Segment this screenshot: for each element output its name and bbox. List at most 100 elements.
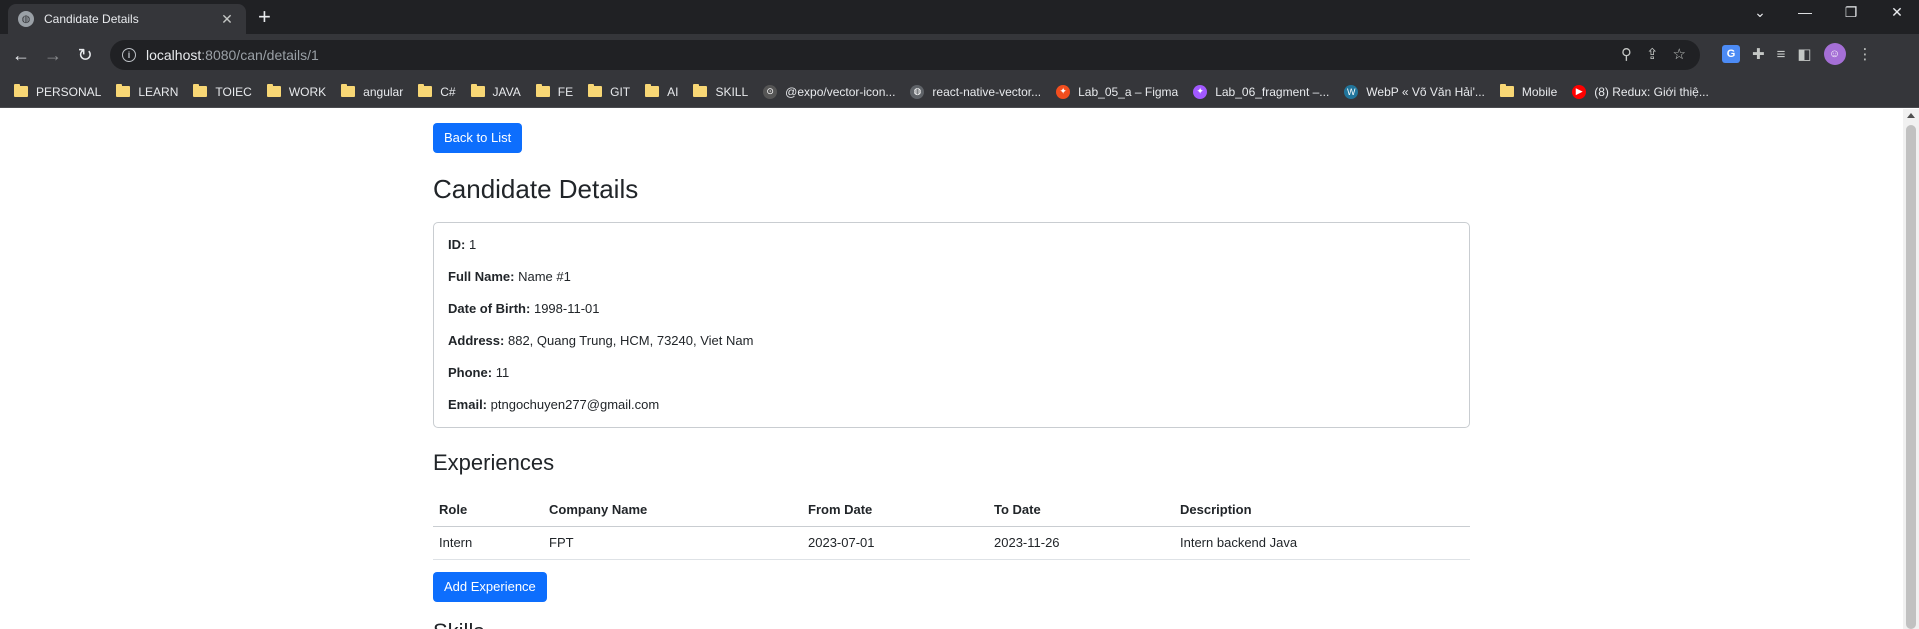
url-host: localhost — [146, 47, 202, 63]
bookmark-item[interactable]: FE — [535, 84, 573, 99]
bookmark-item[interactable]: PERSONAL — [14, 84, 101, 99]
site-info-icon[interactable]: i — [122, 48, 136, 62]
experiences-heading: Experiences — [433, 450, 555, 475]
bookmark-label: LEARN — [138, 84, 179, 99]
page-title: Candidate Details — [433, 174, 639, 204]
bookmark-label: (8) Redux: Giới thiệ... — [1594, 84, 1709, 99]
bookmark-label: SKILL — [715, 84, 749, 99]
bookmark-label: WebP « Võ Văn Hải'... — [1366, 84, 1485, 99]
folder-icon — [266, 84, 281, 97]
table-header-row: Role Company Name From Date To Date Desc… — [433, 493, 1470, 527]
scroll-up-arrow-icon[interactable] — [1907, 113, 1915, 118]
cell-company: FPT — [543, 526, 802, 560]
bookmark-label: JAVA — [492, 84, 521, 99]
bookmark-item[interactable]: C# — [418, 84, 456, 99]
page-scrollbar[interactable] — [1903, 109, 1919, 629]
scrollbar-thumb[interactable] — [1906, 125, 1916, 629]
folder-icon — [341, 84, 356, 97]
detail-email: Email: ptngochuyen277@gmail.com — [448, 397, 1455, 429]
table-row: Intern FPT 2023-07-01 2023-11-26 Intern … — [433, 526, 1470, 560]
bookmark-item[interactable]: ◍ react-native-vector... — [910, 84, 1041, 99]
bookmark-label: TOIEC — [215, 84, 252, 99]
bookmark-label: GIT — [610, 84, 631, 99]
bookmark-item[interactable]: SKILL — [693, 84, 749, 99]
browser-tab[interactable]: ◍ Candidate Details ✕ — [8, 4, 246, 34]
bookmark-item[interactable]: ✦ Lab_05_a – Figma — [1056, 84, 1179, 99]
folder-icon — [193, 84, 208, 97]
browser-toolbar: ← → ↻ i localhost:8080/can/details/1 ⚲ ⇪… — [0, 34, 1919, 76]
bookmark-item[interactable]: angular — [341, 84, 404, 99]
reload-icon[interactable]: ↻ — [73, 43, 97, 67]
wordpress-icon: W — [1344, 84, 1359, 99]
column-header-description: Description — [1174, 493, 1470, 527]
bookmark-label: Lab_06_fragment –... — [1215, 84, 1330, 99]
cell-description: Intern backend Java — [1174, 526, 1470, 560]
zoom-icon[interactable]: ⚲ — [1621, 45, 1632, 63]
minimize-icon[interactable]: — — [1785, 4, 1825, 20]
bookmark-item[interactable]: LEARN — [116, 84, 179, 99]
url-path: :8080/can/details/1 — [201, 47, 319, 63]
figma-icon: ✦ — [1056, 84, 1071, 99]
folder-icon — [1499, 84, 1514, 97]
bookmark-label: Lab_05_a – Figma — [1078, 84, 1179, 99]
close-window-icon[interactable]: ✕ — [1877, 4, 1917, 21]
bookmark-item[interactable]: WORK — [266, 84, 327, 99]
address-bar[interactable]: i localhost:8080/can/details/1 ⚲ ⇪ ☆ — [110, 40, 1700, 70]
detail-value: ptngochuyen277@gmail.com — [490, 397, 660, 412]
bookmark-label: AI — [667, 84, 679, 99]
detail-dob: Date of Birth: 1998-11-01 — [448, 301, 1455, 333]
reading-list-icon[interactable]: ≡ — [1777, 46, 1786, 63]
detail-full-name: Full Name: Name #1 — [448, 269, 1455, 301]
column-header-to-date: To Date — [988, 493, 1174, 527]
cell-from-date: 2023-07-01 — [802, 526, 988, 560]
candidate-details-card: ID: 1 Full Name: Name #1 Date of Birth: … — [433, 222, 1470, 428]
add-experience-button[interactable]: Add Experience — [433, 572, 547, 602]
youtube-icon: ▶ — [1572, 84, 1587, 99]
side-panel-icon[interactable]: ◧ — [1797, 45, 1811, 63]
bookmark-item[interactable]: AI — [645, 84, 679, 99]
back-to-list-button[interactable]: Back to List — [433, 123, 523, 153]
bookmark-item[interactable]: ▶ (8) Redux: Giới thiệ... — [1572, 84, 1709, 99]
bookmarks-bar: PERSONAL LEARN TOIEC WORK angular C# JAVA FE GIT… — [0, 76, 1919, 108]
forward-arrow-icon[interactable]: → — [41, 43, 65, 67]
bookmark-label: Mobile — [1521, 84, 1558, 99]
bookmark-star-icon[interactable]: ☆ — [1673, 45, 1686, 63]
detail-id: ID: 1 — [448, 237, 1455, 269]
back-arrow-icon[interactable]: ← — [9, 43, 33, 67]
menu-kebab-icon[interactable]: ⋮ — [1858, 45, 1873, 63]
cell-to-date: 2023-11-26 — [988, 526, 1174, 560]
bookmark-item[interactable]: JAVA — [470, 84, 521, 99]
detail-value: 11 — [495, 365, 510, 380]
bookmark-item[interactable]: GIT — [588, 84, 631, 99]
detail-value: Name #1 — [518, 269, 571, 284]
folder-icon — [14, 84, 28, 97]
folder-icon — [693, 84, 708, 97]
bookmark-label: WORK — [288, 84, 327, 99]
folder-icon — [470, 84, 485, 97]
share-icon[interactable]: ⇪ — [1646, 45, 1659, 63]
folder-icon — [645, 84, 660, 97]
detail-label: Email: — [448, 397, 488, 412]
new-tab-icon[interactable]: + — [258, 6, 271, 28]
close-tab-icon[interactable]: ✕ — [218, 11, 236, 28]
column-header-company: Company Name — [543, 493, 802, 527]
detail-value: 1 — [468, 237, 477, 252]
folder-icon — [535, 84, 550, 97]
page-viewport: Back to List Candidate Details ID: 1 Ful… — [0, 109, 1903, 629]
bookmark-item[interactable]: ✦ Lab_06_fragment –... — [1193, 84, 1330, 99]
profile-avatar-icon[interactable]: ☺ — [1823, 43, 1846, 65]
translate-extension-icon[interactable]: G — [1722, 45, 1740, 63]
cell-role: Intern — [433, 526, 543, 560]
bookmark-label: angular — [363, 84, 404, 99]
column-header-role: Role — [433, 493, 543, 527]
bookmark-item[interactable]: TOIEC — [193, 84, 252, 99]
bookmark-item[interactable]: W WebP « Võ Văn Hải'... — [1344, 84, 1485, 99]
extensions-puzzle-icon[interactable]: ✚ — [1752, 45, 1765, 63]
bookmark-label: C# — [440, 84, 456, 99]
tab-search-icon[interactable]: ⌄ — [1740, 4, 1780, 21]
bookmark-item[interactable]: ⊙ @expo/vector-icon... — [763, 84, 895, 99]
folder-icon — [116, 84, 131, 97]
bookmark-item[interactable]: Mobile — [1499, 84, 1558, 99]
restore-icon[interactable]: ❐ — [1831, 4, 1871, 21]
globe-icon: ◍ — [910, 84, 925, 99]
